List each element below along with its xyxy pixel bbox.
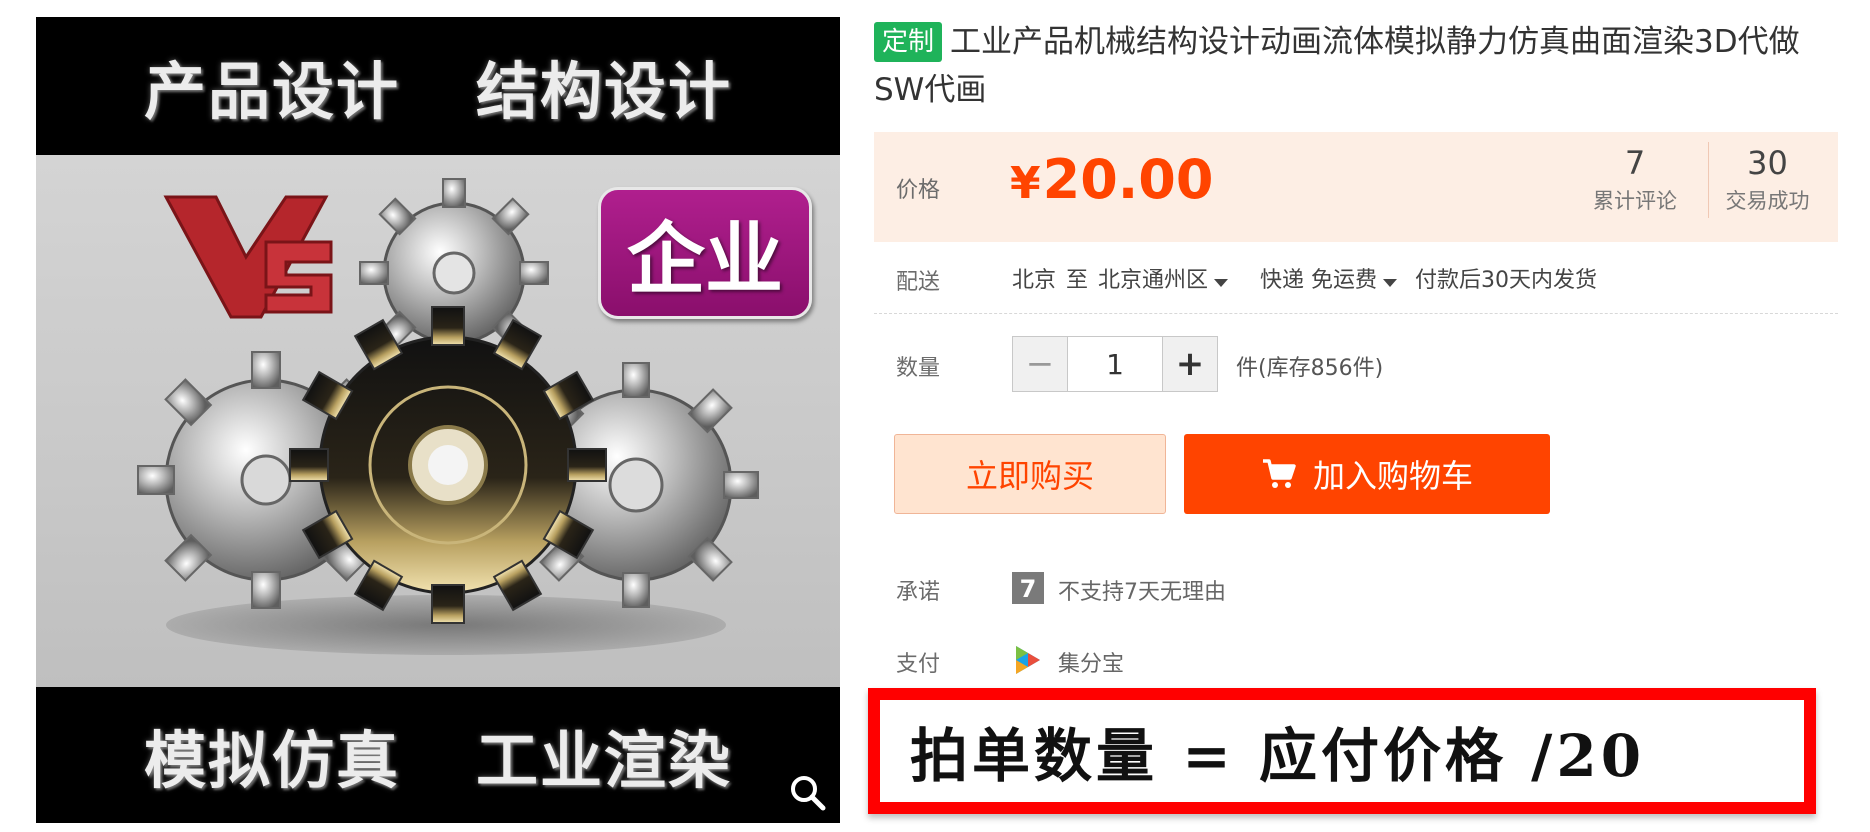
deals-stat[interactable]: 30 交易成功	[1708, 142, 1826, 218]
delivery-row: 配送 北京 至 北京通州区 快递 免运费 付款后30天内发货	[874, 254, 1838, 314]
image-bottom-band: 模拟仿真 工业渲染	[36, 687, 840, 823]
reviews-count: 7	[1624, 144, 1646, 182]
price-label: 价格	[896, 178, 941, 203]
payment-method: 集分宝	[1058, 652, 1125, 677]
add-to-cart-label: 加入购物车	[1312, 457, 1473, 495]
price-value: ¥20.00	[1010, 148, 1213, 211]
quantity-label: 数量	[896, 356, 941, 381]
delivery-from: 北京	[1012, 268, 1057, 293]
cart-icon	[1262, 459, 1296, 488]
seven-day-icon-text: 7	[1020, 575, 1037, 603]
delivery-info: 北京 至 北京通州区 快递 免运费 付款后30天内发货	[1012, 262, 1597, 294]
image-text-structure-design: 结构设计	[475, 55, 732, 128]
reviews-label: 累计评论	[1593, 189, 1677, 213]
delivery-destination-select[interactable]: 北京通州区	[1098, 262, 1250, 294]
image-gear-scene: 企业	[36, 155, 840, 687]
payment-label: 支付	[896, 652, 941, 677]
delivery-destination: 北京通州区	[1098, 268, 1209, 293]
jifenbao-icon	[1016, 646, 1040, 674]
payment-row: 支付 集分宝	[874, 640, 1838, 682]
add-to-cart-button[interactable]: 加入购物车	[1184, 434, 1550, 514]
quantity-input[interactable]	[1067, 337, 1163, 391]
promise-text: 不支持7天无理由	[1058, 580, 1226, 605]
promise-label: 承诺	[896, 580, 941, 605]
destination-dropdown-icon[interactable]	[1214, 279, 1229, 287]
custom-tag-badge: 定制	[874, 22, 943, 62]
delivery-to-word: 至	[1066, 268, 1089, 293]
enterprise-badge: 企业	[598, 187, 812, 319]
quantity-row: 数量 − + 件(库存856件)	[874, 334, 1838, 394]
quantity-plus-button[interactable]: +	[1163, 337, 1217, 391]
promise-row: 承诺 7 不支持7天无理由	[874, 568, 1838, 610]
image-top-band: 产品设计 结构设计	[36, 17, 840, 155]
image-text-industrial-render: 工业渲染	[475, 724, 732, 797]
price-currency: ¥	[1010, 158, 1041, 209]
image-text-product-design: 产品设计	[143, 55, 400, 128]
deals-count: 30	[1747, 144, 1788, 182]
product-main-image[interactable]: 产品设计 结构设计 企业 模拟仿真 工业渲染	[36, 17, 840, 823]
enterprise-badge-text: 企业	[626, 215, 783, 305]
reviews-stat[interactable]: 7 累计评论	[1576, 142, 1694, 218]
shipping-dropdown-icon[interactable]	[1383, 279, 1398, 287]
image-text-simulation: 模拟仿真	[143, 724, 400, 797]
shipping-method: 快递 免运费	[1260, 268, 1378, 293]
buy-now-button[interactable]: 立即购买	[894, 434, 1166, 514]
buy-now-label: 立即购买	[965, 457, 1094, 495]
quantity-price-note: 拍单数量 = 应付价格 /20	[868, 688, 1816, 814]
quantity-stepper: − +	[1012, 336, 1218, 392]
shipping-method-select[interactable]: 快递 免运费	[1260, 262, 1405, 294]
dispatch-time: 付款后30天内发货	[1415, 268, 1598, 293]
product-title-text: 工业产品机械结构设计动画流体模拟静力仿真曲面渲染3D代做SW代画	[874, 24, 1800, 108]
seven-day-icon: 7	[1012, 572, 1044, 604]
price-amount: 20.00	[1042, 148, 1214, 211]
delivery-label: 配送	[896, 270, 941, 295]
quantity-price-note-text: 拍单数量 = 应付价格 /20	[910, 722, 1646, 790]
quantity-minus-button[interactable]: −	[1013, 337, 1067, 391]
deals-label: 交易成功	[1725, 189, 1810, 213]
zoom-icon[interactable]	[788, 773, 828, 813]
price-panel: 价格 ¥20.00 7 累计评论 30 交易成功	[874, 132, 1838, 242]
product-title: 定制 工业产品机械结构设计动画流体模拟静力仿真曲面渲染3D代做SW代画	[874, 18, 1834, 114]
stock-info: 件(库存856件)	[1236, 356, 1384, 381]
